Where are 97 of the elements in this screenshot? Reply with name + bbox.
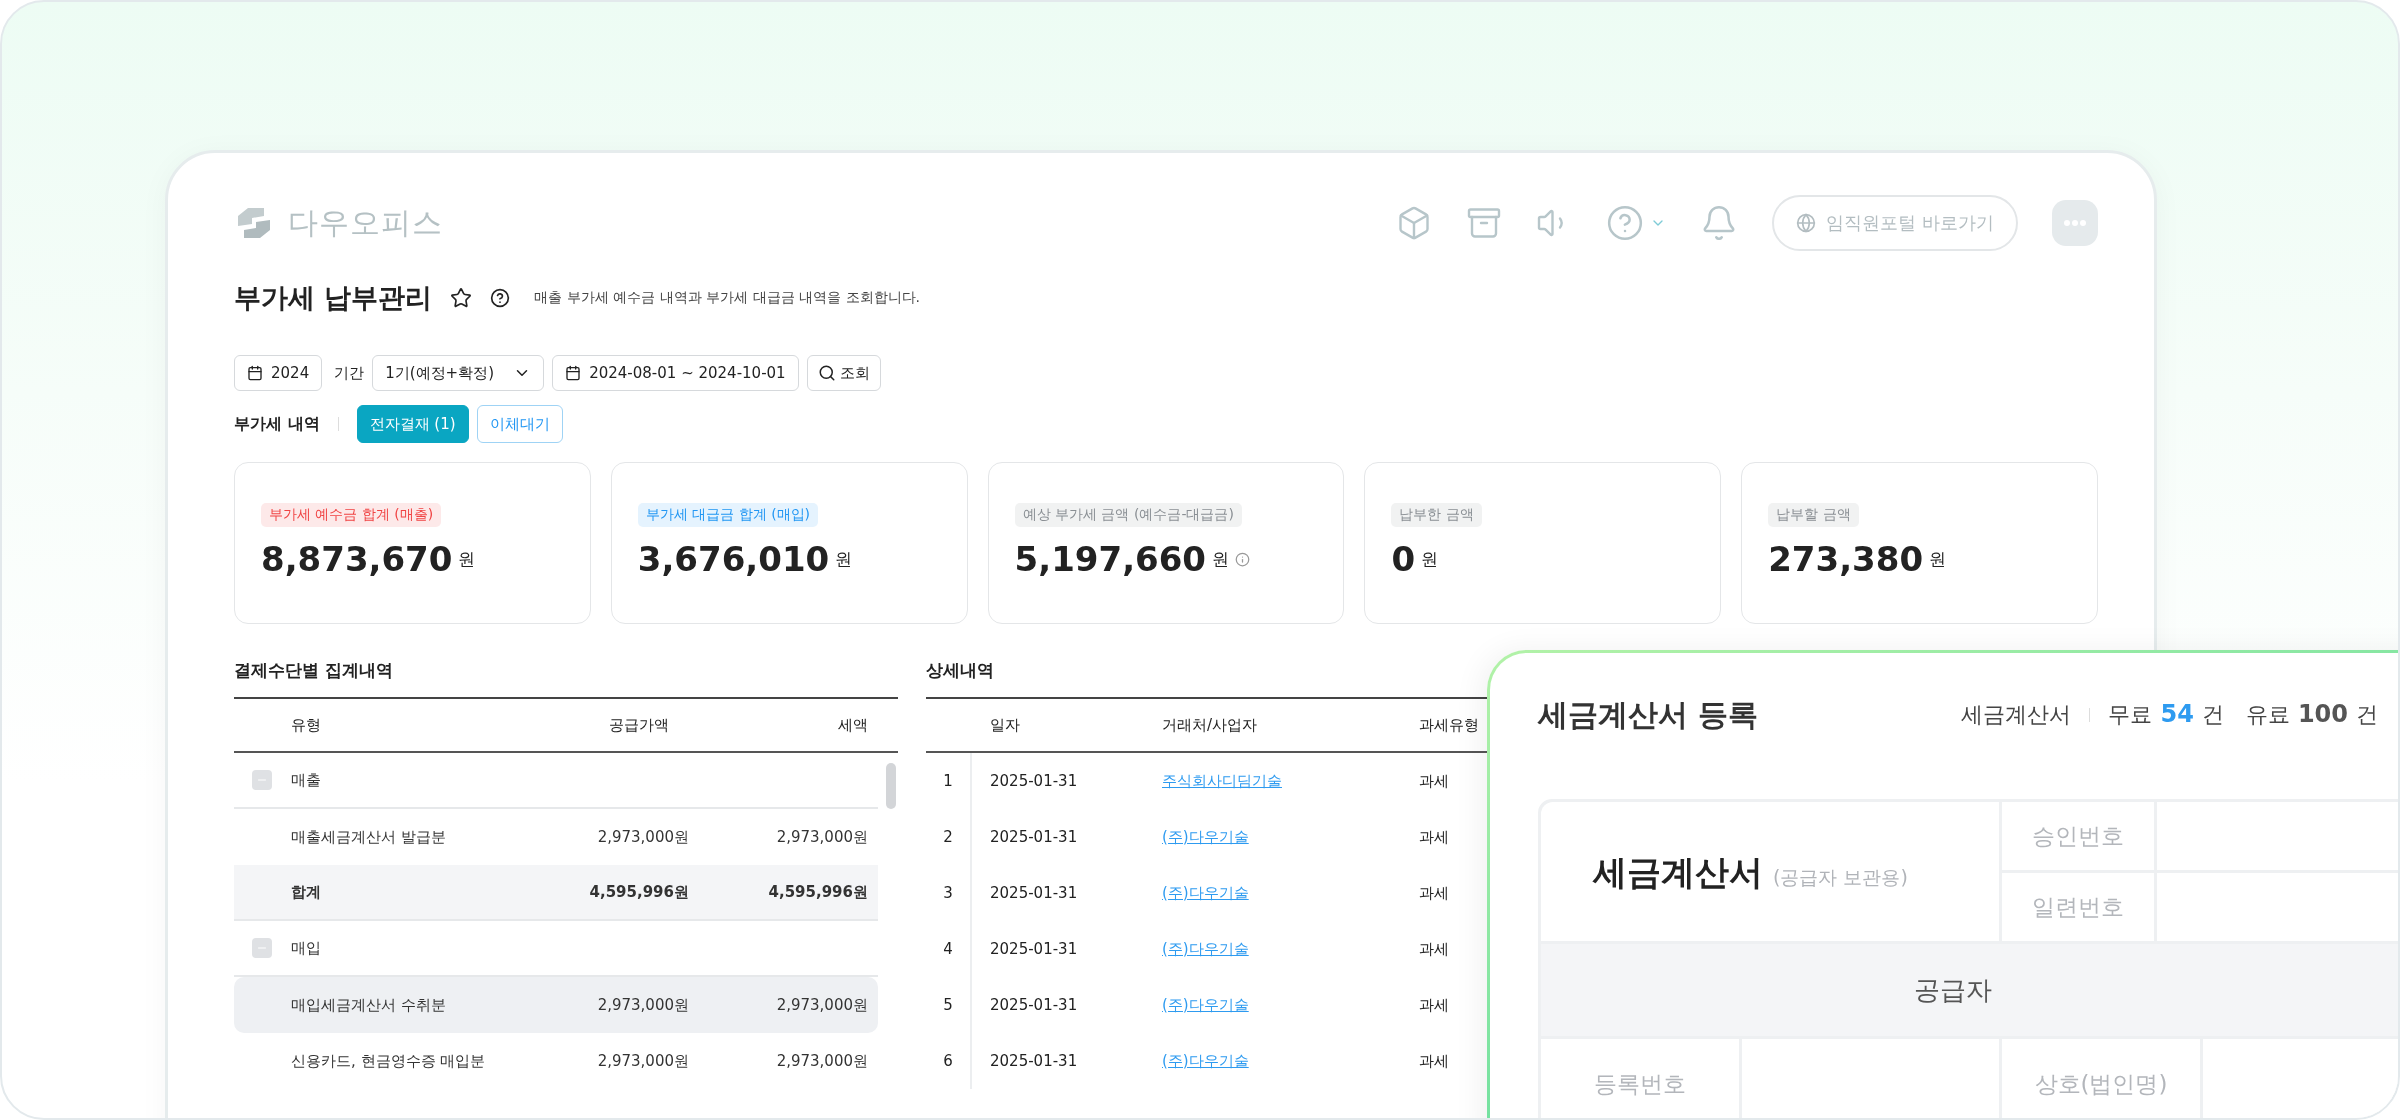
free-label: 무료	[2108, 701, 2153, 729]
table-cell-text: 4,595,996원	[767, 882, 869, 902]
currency-unit: 원	[1929, 547, 1947, 571]
count-unit: 건	[2356, 701, 2378, 729]
row-number: 5	[926, 977, 972, 1033]
table-cell-text: 신용카드, 현금영수증 매입분	[291, 1051, 487, 1071]
table-cell-text: 과세	[1418, 939, 1449, 959]
card-label: 부가세 대급금 합계 (매입)	[637, 503, 819, 527]
input-field[interactable]	[2157, 873, 2398, 941]
table-cell-text: 2025-01-31	[989, 884, 1078, 902]
search-icon	[817, 364, 836, 382]
amount-value: 5,197,660	[1014, 539, 1207, 579]
amount-value: 8,873,670	[261, 539, 453, 579]
amount-value: 0	[1391, 539, 1416, 579]
table-cell-text: 과세	[1418, 827, 1449, 847]
period-select[interactable]: 1기(예정+확정)	[372, 355, 545, 391]
table-row[interactable]: 합계 4,595,996원 4,595,996원	[234, 865, 878, 921]
globe-icon	[1796, 213, 1817, 233]
year-field[interactable]: 2024	[234, 355, 323, 391]
table-cell-text: 매입	[291, 938, 322, 958]
section-label: 부가세 내역	[234, 413, 320, 435]
page-title: 부가세 납부관리	[234, 281, 433, 315]
page-description: 매출 부가세 예수금 내역과 부가세 대급금 내역을 조회합니다.	[534, 289, 920, 307]
card-label: 납부할 금액	[1768, 503, 1859, 527]
calendar-icon	[565, 365, 582, 381]
section-header: 공급자	[1541, 944, 2398, 1036]
amount-value: 3,676,010	[637, 539, 830, 579]
field-label: 승인번호	[2002, 802, 2154, 870]
period-label: 기간	[334, 363, 365, 383]
quota-label: 세금계산서	[1961, 701, 2072, 729]
table-cell-text: 2025-01-31	[989, 996, 1078, 1014]
table-cell-text: 매출세금계산서 발급분	[291, 827, 447, 847]
card-label: 예상 부가세 금액 (예수금-대급금)	[1014, 503, 1242, 527]
table-cell-text: 4,595,996원	[588, 882, 689, 902]
table-cell-text: 과세	[1418, 1051, 1449, 1071]
info-icon[interactable]	[1235, 551, 1251, 567]
table-cell-text: 과세	[1418, 771, 1449, 791]
scrollbar[interactable]	[886, 763, 896, 809]
card-label: 부가세 예수금 합계 (매출)	[261, 503, 442, 527]
table-cell-text: 2025-01-31	[989, 828, 1078, 846]
field-label: 상호(법인명)	[2002, 1039, 2200, 1118]
currency-unit: 원	[1212, 547, 1230, 571]
ellipsis-icon	[2064, 220, 2086, 226]
collapse-toggle[interactable]	[252, 938, 272, 958]
table-cell-text: 2025-01-31	[989, 1052, 1078, 1070]
panel-title: 세금계산서 등록	[1538, 695, 1759, 734]
favorite-star-icon[interactable]	[450, 287, 473, 309]
table-cell-text: 매입세금계산서 수취분	[291, 995, 447, 1015]
currency-unit: 원	[1421, 547, 1439, 571]
form-subtitle: (공급자 보관용)	[1773, 865, 1908, 890]
field-label: 일련번호	[2002, 873, 2154, 941]
help-icon	[1606, 204, 1645, 242]
paid-count: 100	[2297, 700, 2348, 728]
section-title: 결제수단별 집계내역	[234, 659, 394, 682]
table-cell-text: 매출	[291, 770, 322, 790]
column-header: 유형	[291, 715, 321, 735]
currency-unit: 원	[835, 547, 853, 571]
field-label: 등록번호	[1541, 1039, 1739, 1118]
row-number: 6	[926, 1033, 972, 1089]
calendar-icon	[247, 365, 263, 381]
table-cell-text: 합계	[291, 882, 322, 902]
column-header: 일자	[989, 715, 1020, 735]
search-button[interactable]: 조회	[806, 355, 881, 391]
table-cell-text: 2,973,000원	[596, 827, 689, 847]
free-count: 54	[2160, 700, 2194, 728]
table-cell-text: 2,973,000원	[775, 995, 869, 1015]
count-unit: 건	[2201, 701, 2224, 729]
row-number: 2	[926, 809, 972, 865]
archive-icon[interactable]	[1466, 205, 1503, 241]
table-cell-text: 2,973,000원	[596, 1051, 689, 1071]
date-range-field[interactable]: 2024-08-01 ~ 2024-10-01	[552, 355, 799, 391]
table-cell-text: 2025-01-31	[989, 940, 1078, 958]
table-cell-text: 과세	[1418, 883, 1449, 903]
table-cell-text: 2,973,000원	[775, 1051, 869, 1071]
section-title: 상세내역	[926, 659, 995, 682]
amount-value: 273,380	[1768, 539, 1924, 579]
more-button[interactable]	[2052, 200, 2098, 246]
table-row[interactable]: 매입세금계산서 수취분 2,973,000원 2,973,000원	[234, 977, 878, 1033]
brand-name: 다우오피스	[288, 203, 443, 242]
table-cell-text: 2,973,000원	[596, 995, 689, 1015]
card-label: 납부한 금액	[1391, 503, 1482, 527]
table-cell-text: 2025-01-31	[989, 772, 1078, 790]
collapse-toggle[interactable]	[252, 770, 272, 790]
table-cell-text: 2,973,000원	[775, 827, 869, 847]
column-header: 세액	[838, 715, 868, 735]
row-number: 3	[926, 865, 972, 921]
column-header: 공급가액	[609, 715, 669, 735]
row-number: 1	[926, 753, 972, 809]
table-cell-text: 과세	[1418, 995, 1449, 1015]
currency-unit: 원	[458, 547, 476, 571]
help-icon[interactable]	[490, 288, 511, 308]
column-header: 과세유형	[1418, 715, 1479, 735]
form-title: 세금계산서	[1593, 851, 1763, 894]
paid-label: 유료	[2245, 701, 2290, 729]
row-number: 4	[926, 921, 972, 977]
column-header: 거래처/사업자	[1161, 715, 1258, 735]
input-field[interactable]	[2157, 802, 2398, 870]
